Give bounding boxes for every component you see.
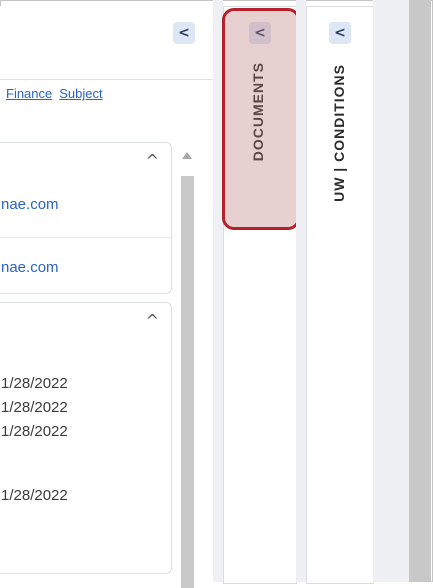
row-divider (0, 237, 171, 238)
scrollbar-thumb[interactable] (181, 176, 194, 588)
left-panel: < Finance Subject ^ nae.com nae.com ^ 1/2… (0, 6, 214, 588)
email-link[interactable]: nae.com (1, 259, 59, 276)
finance-link[interactable]: Finance (6, 86, 52, 101)
contact-card: ^ nae.com nae.com (0, 142, 172, 294)
dates-card: ^ 1/28/2022 1/28/2022 1/28/2022 1/28/202… (0, 302, 172, 574)
caret-up-icon[interactable]: ^ (146, 151, 159, 170)
email-link[interactable]: nae.com (1, 196, 59, 213)
date-value: 1/28/2022 (1, 487, 68, 504)
chevron-left-icon: < (178, 25, 190, 41)
date-value: 1/28/2022 (1, 399, 68, 416)
documents-highlight-box (222, 8, 300, 230)
column-gap (296, 0, 306, 582)
collapse-panel-button[interactable]: < (173, 22, 195, 44)
divider (0, 79, 213, 80)
uw-conditions-tab[interactable]: UW | CONDITIONS (331, 64, 347, 202)
uw-conditions-collapse-button[interactable]: < (329, 22, 351, 44)
chevron-left-icon: < (334, 25, 346, 41)
subject-link[interactable]: Subject (59, 86, 102, 101)
link-row: Finance Subject (6, 86, 110, 101)
date-value: 1/28/2022 (1, 375, 68, 392)
scroll-up-arrow-icon[interactable] (182, 152, 192, 159)
right-edge-strip (409, 0, 431, 582)
caret-up-icon[interactable]: ^ (146, 311, 159, 330)
right-gutter (373, 0, 409, 582)
date-value: 1/28/2022 (1, 423, 68, 440)
